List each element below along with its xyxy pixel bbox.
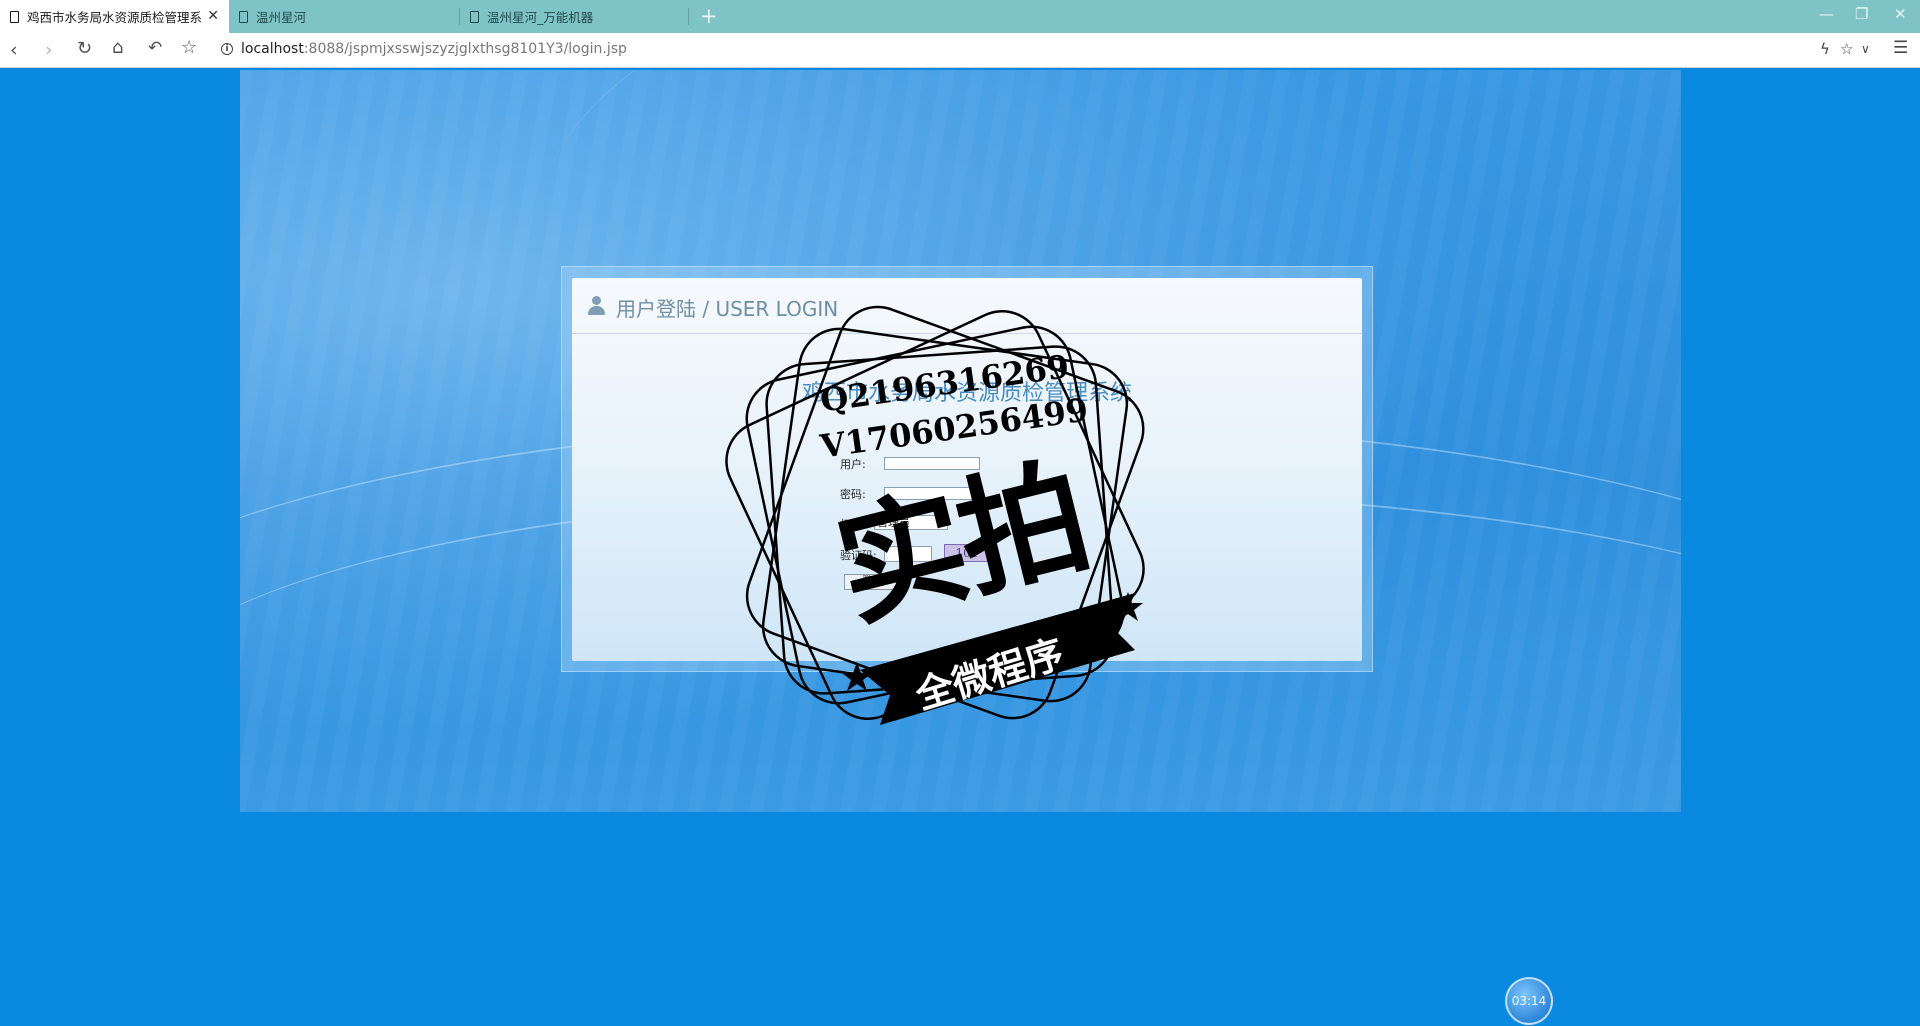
star-icon	[842, 662, 872, 691]
minimize-icon[interactable]: —	[1819, 5, 1834, 23]
document-icon	[470, 10, 479, 23]
user-icon	[587, 296, 605, 315]
restore-icon[interactable]: ❐	[1855, 5, 1868, 23]
browser-toolbar: ‹ › ↻ ⌂ ↶ ☆ i localhost:8088/jspmjxsswjs…	[0, 33, 1920, 68]
url-path: :8088/jspmjxsswjszyzjglxthsg8101Y3/login…	[303, 41, 627, 57]
tab-active[interactable]: 鸡西市水务局水资源质检管理系统 ✕	[0, 0, 229, 33]
tab-separator	[688, 8, 689, 25]
watermark-stamp: Q2196316269 V17060256499 实拍 全微程序	[720, 295, 1210, 795]
tab-close-icon[interactable]: ✕	[207, 8, 219, 24]
lightning-icon[interactable]: ϟ	[1820, 40, 1830, 58]
tab-title: 温州星河	[256, 10, 307, 25]
tab-2[interactable]: 温州星河	[229, 0, 459, 33]
tab-title: 鸡西市水务局水资源质检管理系统	[27, 10, 202, 25]
bookmark-star-icon[interactable]: ☆	[181, 37, 197, 58]
undo-icon[interactable]: ↶	[148, 38, 162, 58]
address-bar[interactable]: localhost:8088/jspmjxsswjszyzjglxthsg810…	[241, 41, 627, 57]
url-host: localhost	[241, 41, 304, 57]
browser-tab-bar: 鸡西市水务局水资源质检管理系统 ✕ 温州星河 温州星河_万能机器 + — ❐ ✕	[0, 0, 1920, 33]
reload-icon[interactable]: ↻	[77, 38, 92, 59]
favorite-star-icon[interactable]: ☆	[1840, 40, 1853, 58]
forward-icon[interactable]: ›	[45, 39, 53, 61]
tab-title: 温州星河_万能机器	[487, 10, 594, 25]
chevron-down-icon[interactable]: ∨	[1861, 42, 1870, 56]
site-info-icon[interactable]: i	[221, 43, 233, 55]
document-icon	[239, 10, 248, 23]
new-tab-button[interactable]: +	[700, 4, 718, 28]
menu-icon[interactable]: ☰	[1893, 38, 1908, 58]
close-icon[interactable]: ✕	[1894, 5, 1907, 23]
back-icon[interactable]: ‹	[10, 39, 18, 61]
home-icon[interactable]: ⌂	[112, 37, 123, 58]
document-icon	[10, 10, 19, 23]
tab-3[interactable]: 温州星河_万能机器	[460, 0, 690, 33]
recording-timer: 03:14	[1505, 977, 1553, 1025]
